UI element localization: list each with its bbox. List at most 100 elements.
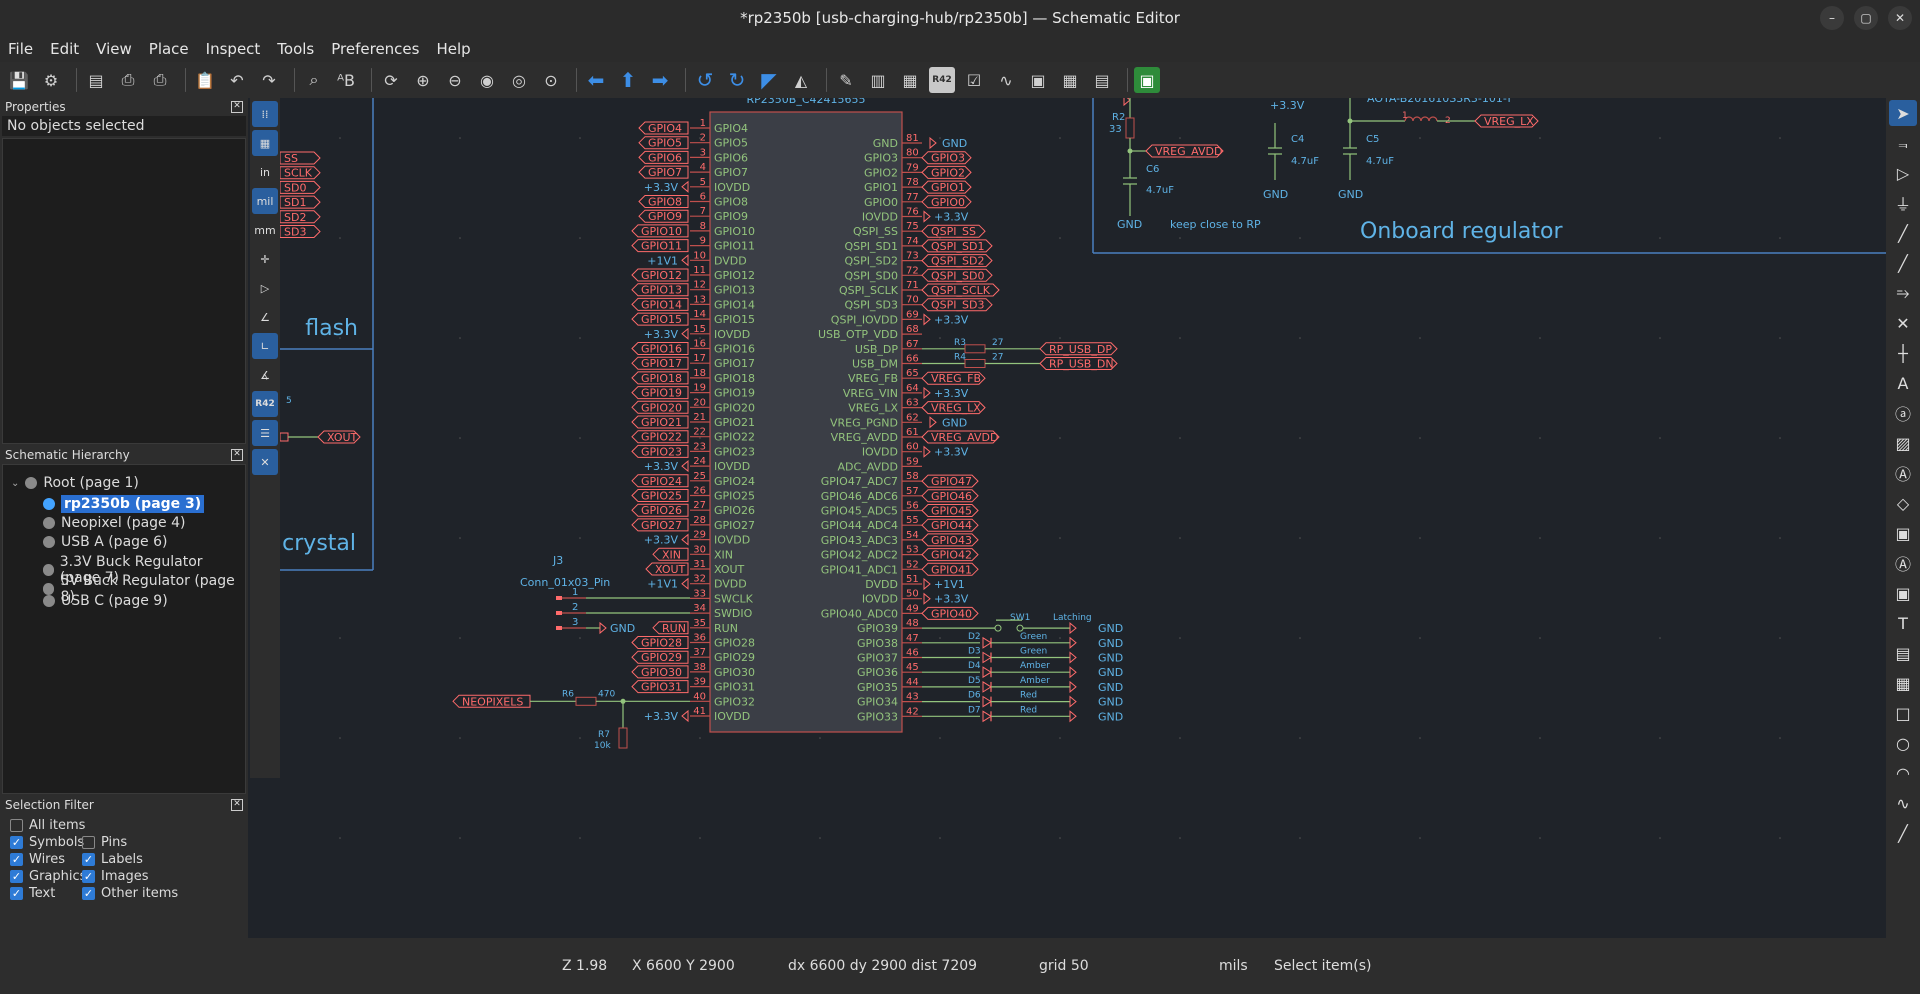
filter-graphics[interactable]: ✓ Graphics — [10, 869, 86, 884]
zoom-out-icon[interactable]: ⊖ — [442, 67, 468, 93]
navigate-up-icon[interactable]: ⬆ — [615, 67, 641, 93]
paste-icon[interactable]: 📋 — [192, 67, 218, 93]
filter-other-items[interactable]: ✓ Other items — [82, 886, 178, 901]
checkbox[interactable]: ✓ — [10, 870, 23, 883]
filter-symbols[interactable]: ✓ Symbols — [10, 835, 84, 850]
find-replace-icon[interactable]: ᴬB — [333, 67, 359, 93]
net-label-icon[interactable]: A — [1889, 370, 1917, 396]
minimize-icon[interactable]: – — [1820, 6, 1844, 30]
units-mm-button[interactable]: mm — [252, 217, 278, 243]
symbol-library-icon[interactable]: ▥ — [865, 67, 891, 93]
text-icon[interactable]: T — [1889, 610, 1917, 636]
sheet-pin-icon[interactable]: ▣ — [1889, 580, 1917, 606]
draw-bus-icon[interactable]: ╱ — [1889, 250, 1917, 276]
footprint-editor-icon[interactable]: ▣ — [1025, 67, 1051, 93]
menu-file[interactable]: File — [0, 40, 42, 58]
rotate-cw-icon[interactable]: ↻ — [724, 67, 750, 93]
zoom-fit-icon[interactable]: ◉ — [474, 67, 500, 93]
line-mode-45-icon[interactable]: ∡ — [252, 362, 278, 388]
zoom-selection-icon[interactable]: ⊙ — [538, 67, 564, 93]
place-symbol-icon[interactable]: ▷ — [1889, 160, 1917, 186]
filter-images[interactable]: ✓ Images — [82, 869, 149, 884]
textbox-icon[interactable]: ▤ — [1889, 640, 1917, 666]
annotate-toggle-icon[interactable]: R42 — [252, 391, 278, 417]
bezier-icon[interactable]: ∿ — [1889, 790, 1917, 816]
tree-item-neopixel[interactable]: Neopixel (page 4) — [43, 515, 185, 531]
menu-help[interactable]: Help — [428, 40, 479, 58]
zoom-in-icon[interactable]: ⊕ — [410, 67, 436, 93]
no-connect-icon[interactable]: ✕ — [1889, 310, 1917, 336]
navigate-forward-icon[interactable]: ➡ — [647, 67, 673, 93]
rule-area-icon[interactable]: ▨ — [1889, 430, 1917, 456]
tree-item-rp2350b[interactable]: rp2350b (page 3) — [43, 495, 205, 513]
find-icon[interactable]: ⌕ — [301, 67, 327, 93]
line-mode-free-icon[interactable]: ∠ — [252, 304, 278, 330]
erc-icon[interactable]: ☑ — [961, 67, 987, 93]
close-icon[interactable]: ✕ — [1888, 6, 1912, 30]
filter-pins[interactable]: Pins — [82, 835, 127, 850]
checkbox[interactable]: ✓ — [82, 870, 95, 883]
menu-inspect[interactable]: Inspect — [198, 40, 270, 58]
tree-item-root[interactable]: ⌄ Root (page 1) — [11, 475, 139, 491]
hier-label-icon[interactable]: ◇ — [1889, 490, 1917, 516]
redo-icon[interactable]: ↷ — [256, 67, 282, 93]
checkbox[interactable]: ✓ — [10, 836, 23, 849]
line-mode-90-icon[interactable]: ∟ — [252, 333, 278, 359]
checkbox[interactable] — [82, 836, 95, 849]
schematic-drawing[interactable]: flash crystal SS SCLKSD0 SD1 SD2 SD3 5 XOUT RP235… — [279, 92, 1886, 938]
print-icon[interactable]: ⎙ — [115, 67, 141, 93]
filter-labels[interactable]: ✓ Labels — [82, 852, 143, 867]
refresh-icon[interactable]: ⟳ — [378, 67, 404, 93]
close-icon[interactable]: ✕ — [231, 449, 243, 461]
menu-tools[interactable]: Tools — [269, 40, 323, 58]
tree-item-usb-c[interactable]: USB C (page 9) — [43, 593, 168, 609]
draw-wire-icon[interactable]: ╱ — [1889, 220, 1917, 246]
bus-entry-icon[interactable]: ⥱ — [1889, 280, 1917, 306]
units-mil-button[interactable]: mil — [252, 188, 278, 214]
close-icon[interactable]: ✕ — [231, 101, 243, 113]
table-icon[interactable]: ▦ — [1889, 670, 1917, 696]
filter-wires[interactable]: ✓ Wires — [10, 852, 65, 867]
fields-table-icon[interactable]: ▦ — [1057, 67, 1083, 93]
annotate-icon[interactable]: R42 — [929, 67, 955, 93]
maximize-icon[interactable]: ▢ — [1854, 6, 1878, 30]
highlight-net-icon[interactable]: ⫬ — [1889, 130, 1917, 156]
place-power-icon[interactable]: ⏚ — [1889, 190, 1917, 216]
hier-sheet-icon[interactable]: ▣ — [1889, 520, 1917, 546]
circle-icon[interactable]: ○ — [1889, 730, 1917, 756]
cursor-crosshair-icon[interactable]: ✛ — [252, 246, 278, 272]
junction-icon[interactable]: ┼ — [1889, 340, 1917, 366]
hierarchy-navigator-icon[interactable]: ☰ — [252, 420, 278, 446]
checkbox[interactable]: ✓ — [10, 887, 23, 900]
select-arrow-icon[interactable]: ➤ — [1889, 100, 1917, 126]
save-icon[interactable]: 💾 — [6, 67, 32, 93]
footprint-assign-icon[interactable]: ▦ — [897, 67, 923, 93]
rectangle-icon[interactable]: □ — [1889, 700, 1917, 726]
pcb-editor-icon[interactable]: ▣ — [1134, 67, 1160, 93]
checkbox[interactable]: ✓ — [10, 853, 23, 866]
menu-edit[interactable]: Edit — [42, 40, 88, 58]
symbol-editor-icon[interactable]: ✎ — [833, 67, 859, 93]
menu-view[interactable]: View — [88, 40, 141, 58]
schematic-setup-icon[interactable]: ⚙ — [38, 67, 64, 93]
simulator-icon[interactable]: ∿ — [993, 67, 1019, 93]
zoom-objects-icon[interactable]: ◎ — [506, 67, 532, 93]
grid-icon[interactable]: ⁞⁞ — [252, 101, 278, 127]
undo-icon[interactable]: ↶ — [224, 67, 250, 93]
hidden-pins-icon[interactable]: ▷ — [252, 275, 278, 301]
mirror-horizontal-icon[interactable]: ◭ — [788, 67, 814, 93]
arc-icon[interactable]: ◠ — [1889, 760, 1917, 786]
filter-text[interactable]: ✓ Text — [10, 886, 55, 901]
close-icon[interactable]: ✕ — [231, 799, 243, 811]
import-sheet-pin-icon[interactable]: Ⓐ — [1889, 550, 1917, 576]
schematic-canvas[interactable]: flash crystal SS SCLK SD0 SD1 SD2 SD3 5 XOUT RP235… — [279, 92, 1886, 938]
navigate-back-icon[interactable]: ⬅ — [583, 67, 609, 93]
rotate-ccw-icon[interactable]: ↺ — [692, 67, 718, 93]
grid-overrides-icon[interactable]: ▦ — [252, 130, 278, 156]
checkbox[interactable]: ✓ — [82, 853, 95, 866]
units-inch-button[interactable]: in — [252, 159, 278, 185]
filter-all-items[interactable]: All items — [10, 818, 85, 833]
net-class-icon[interactable]: ⓐ — [1889, 400, 1917, 426]
plot-icon[interactable]: ⎙ — [147, 67, 173, 93]
line-icon[interactable]: ╱ — [1889, 820, 1917, 846]
